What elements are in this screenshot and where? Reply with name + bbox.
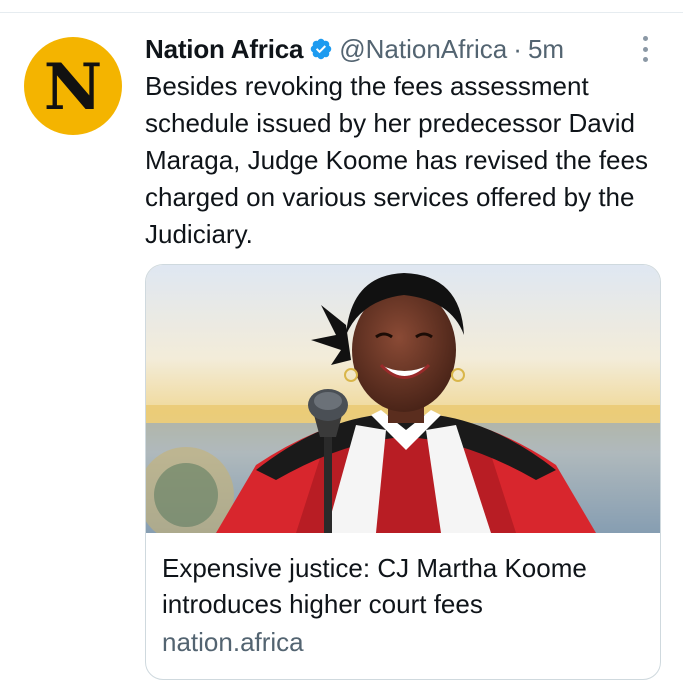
more-dot bbox=[642, 57, 648, 62]
avatar[interactable]: N bbox=[24, 37, 122, 135]
tweet-header: Nation Africa @NationAfrica · 5m bbox=[145, 31, 564, 67]
more-options-icon[interactable] bbox=[636, 36, 654, 62]
card-image[interactable] bbox=[146, 265, 660, 533]
avatar-letter: N bbox=[43, 50, 103, 125]
more-dot bbox=[642, 36, 648, 41]
top-divider bbox=[0, 12, 683, 13]
separator-dot: · bbox=[513, 33, 522, 64]
author-name[interactable]: Nation Africa bbox=[145, 34, 303, 65]
card-title[interactable]: Expensive justice: CJ Martha Koome intro… bbox=[162, 550, 652, 622]
link-card[interactable]: Expensive justice: CJ Martha Koome intro… bbox=[145, 264, 661, 680]
tweet-text: Besides revoking the fees assessment sch… bbox=[145, 71, 648, 249]
author-handle[interactable]: @NationAfrica bbox=[339, 34, 507, 65]
card-body[interactable]: Expensive justice: CJ Martha Koome intro… bbox=[162, 550, 652, 660]
verified-badge-icon bbox=[311, 38, 332, 60]
tweet-timestamp[interactable]: 5m bbox=[528, 34, 564, 65]
judge-photo bbox=[146, 265, 660, 533]
more-dot bbox=[642, 46, 648, 52]
card-domain[interactable]: nation.africa bbox=[162, 624, 652, 660]
tweet-page: N Nation Africa @NationAfrica · 5m Besid… bbox=[0, 0, 683, 695]
